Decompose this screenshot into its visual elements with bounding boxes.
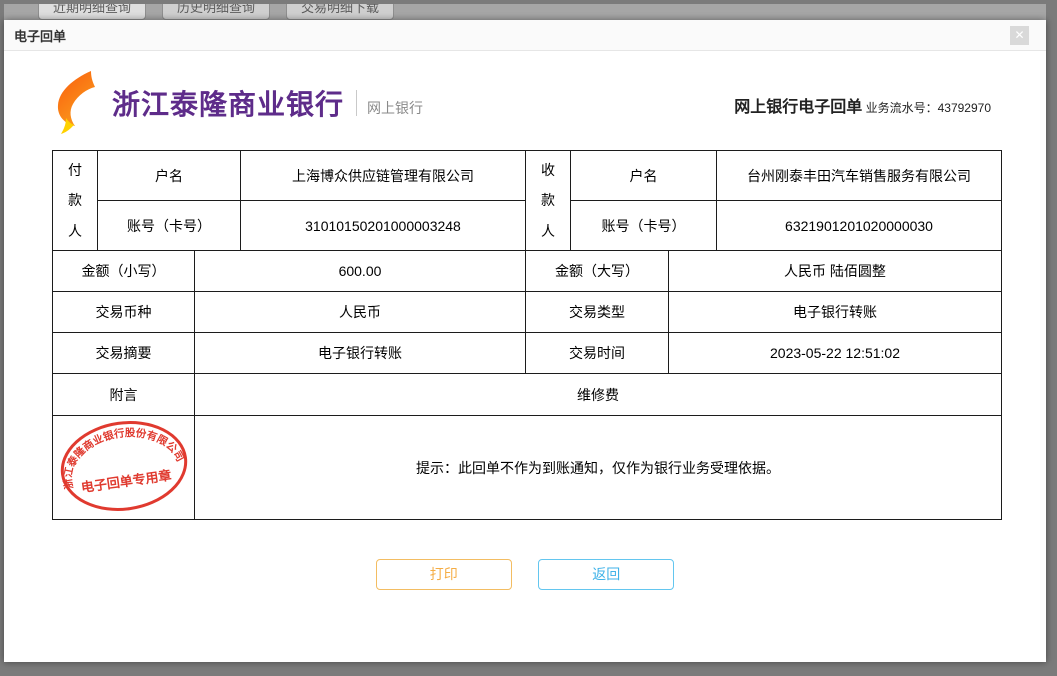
- amount-lower-label: 金额（小写）: [53, 251, 195, 292]
- stamp-center-text: 电子回单专用章: [80, 468, 172, 496]
- summary-label: 交易摘要: [53, 333, 195, 374]
- receipt-table: 付款人 户名 上海博众供应链管理有限公司 收款人 户名 台州刚泰丰田汽车销售服务…: [52, 150, 1002, 520]
- modal-title: 电子回单: [14, 26, 66, 45]
- receipt-title: 网上银行电子回单: [734, 99, 862, 116]
- logo-divider: [356, 90, 357, 116]
- amount-upper-value: 人民币 陆佰圆整: [669, 251, 1002, 292]
- hint-text: 提示：此回单不作为到账通知，仅作为银行业务受理依据。: [195, 416, 1002, 520]
- payee-name-value: 台州刚泰丰田汽车销售服务有限公司: [717, 151, 1002, 201]
- e-receipt-modal: 电子回单 ✕ 浙江泰隆商业银行 网上银行 网上银行电子回单 业务流水号：4379…: [4, 20, 1046, 662]
- background-toolbar: 近期明细查询 历史明细查询 交易明细下载: [38, 4, 394, 20]
- payer-name-label: 户名: [98, 151, 241, 201]
- history-details-query-button[interactable]: 历史明细查询: [162, 4, 270, 20]
- dimmed-page-background: 近期明细查询 历史明细查询 交易明细下载: [4, 4, 1046, 21]
- back-button[interactable]: 返回: [538, 559, 674, 590]
- remark-value: 维修费: [195, 374, 1002, 416]
- print-button[interactable]: 打印: [376, 559, 512, 590]
- transaction-time-label: 交易时间: [526, 333, 669, 374]
- receipt-title-block: 网上银行电子回单 业务流水号：43792970: [734, 93, 991, 135]
- recent-details-query-button[interactable]: 近期明细查询: [38, 4, 146, 20]
- payee-name-label: 户名: [571, 151, 717, 201]
- payee-account-label: 账号（卡号）: [571, 201, 717, 251]
- transaction-details-download-button[interactable]: 交易明细下载: [286, 4, 394, 20]
- currency-label: 交易币种: [53, 292, 195, 333]
- payer-name-value: 上海博众供应链管理有限公司: [241, 151, 526, 201]
- transaction-time-value: 2023-05-22 12:51:02: [669, 333, 1002, 374]
- currency-value: 人民币: [195, 292, 526, 333]
- modal-titlebar: 电子回单 ✕: [4, 20, 1046, 51]
- bank-stamp-cell: 浙江泰隆商业银行股份有限公司 电子回单专用章: [53, 416, 195, 520]
- channel-name: 网上银行: [367, 88, 423, 118]
- fish-logo-icon: [54, 71, 106, 135]
- payee-role-cell: 收款人: [526, 151, 571, 251]
- serial-label: 业务流水号：: [862, 101, 937, 115]
- payer-role-cell: 付款人: [53, 151, 98, 251]
- receipt-header: 浙江泰隆商业银行 网上银行 网上银行电子回单 业务流水号：43792970: [4, 51, 1046, 135]
- electronic-receipt-stamp-icon: 浙江泰隆商业银行股份有限公司 电子回单专用章: [57, 418, 191, 514]
- payee-account-value: 6321901201020000030: [717, 201, 1002, 251]
- remark-label: 附言: [53, 374, 195, 416]
- bank-logo: 浙江泰隆商业银行 网上银行: [54, 71, 423, 135]
- close-icon[interactable]: ✕: [1010, 26, 1029, 45]
- transaction-type-value: 电子银行转账: [669, 292, 1002, 333]
- summary-value: 电子银行转账: [195, 333, 526, 374]
- amount-lower-value: 600.00: [195, 251, 526, 292]
- payer-account-label: 账号（卡号）: [98, 201, 241, 251]
- amount-upper-label: 金额（大写）: [526, 251, 669, 292]
- bank-name: 浙江泰隆商业银行: [112, 83, 344, 123]
- transaction-type-label: 交易类型: [526, 292, 669, 333]
- serial-number: 43792970: [938, 101, 991, 115]
- payer-account-value: 31010150201000003248: [241, 201, 526, 251]
- action-buttons: 打印 返回: [4, 559, 1046, 590]
